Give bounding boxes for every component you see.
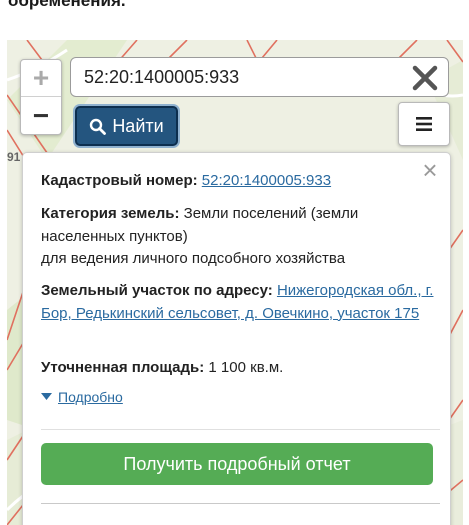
map-label: 91: [7, 150, 21, 164]
area-row: Уточненная площадь: 1 100 кв.м.: [41, 357, 436, 380]
hamburger-menu-icon: [416, 117, 432, 131]
divider: [41, 429, 440, 430]
parcel-info-card: × Кадастровый номер: 52:20:1400005:933 К…: [22, 152, 451, 525]
map-view[interactable]: 91 + − Найти × Кадастровый номер:: [7, 40, 463, 525]
zoom-in-button[interactable]: +: [21, 60, 61, 97]
search-icon: [90, 118, 107, 135]
details-toggle[interactable]: Подробно: [41, 389, 123, 405]
cadastral-search-input[interactable]: [71, 58, 401, 96]
zoom-out-button[interactable]: −: [21, 97, 61, 134]
zoom-control: + −: [20, 59, 62, 135]
area-label: Уточненная площадь:: [41, 359, 205, 376]
watermark: Домклик: [25, 485, 110, 502]
triangle-down-icon: [41, 393, 52, 400]
search-box: [70, 57, 449, 97]
get-report-button[interactable]: Получить подробный отчет: [41, 443, 433, 485]
divider: [41, 503, 440, 504]
area-value: 1 100 кв.м.: [208, 359, 284, 376]
cadastral-number-link[interactable]: 52:20:1400005:933: [202, 172, 331, 189]
address-label: Земельный участок по адресу:: [41, 282, 273, 299]
address-row: Земельный участок по адресу: Нижегородск…: [41, 280, 436, 325]
cadastral-number-label: Кадастровый номер:: [41, 172, 198, 189]
clear-search-button[interactable]: [408, 61, 442, 95]
page-top-text: обременения.: [8, 0, 126, 10]
land-category-row: Категория земель: Земли поселений (земли…: [41, 203, 436, 271]
find-button-label: Найти: [112, 115, 164, 136]
find-button[interactable]: Найти: [75, 106, 178, 146]
cadastral-number-row: Кадастровый номер: 52:20:1400005:933: [41, 170, 436, 193]
close-icon: [412, 65, 438, 91]
house-logo-icon: [25, 485, 41, 502]
watermark-text: Домклик: [45, 485, 110, 502]
menu-button[interactable]: [398, 102, 450, 146]
land-category-label: Категория земель:: [41, 205, 180, 222]
land-purpose-value: для ведения личного подсобного хозяйства: [41, 250, 346, 267]
details-link: Подробно: [58, 389, 123, 405]
